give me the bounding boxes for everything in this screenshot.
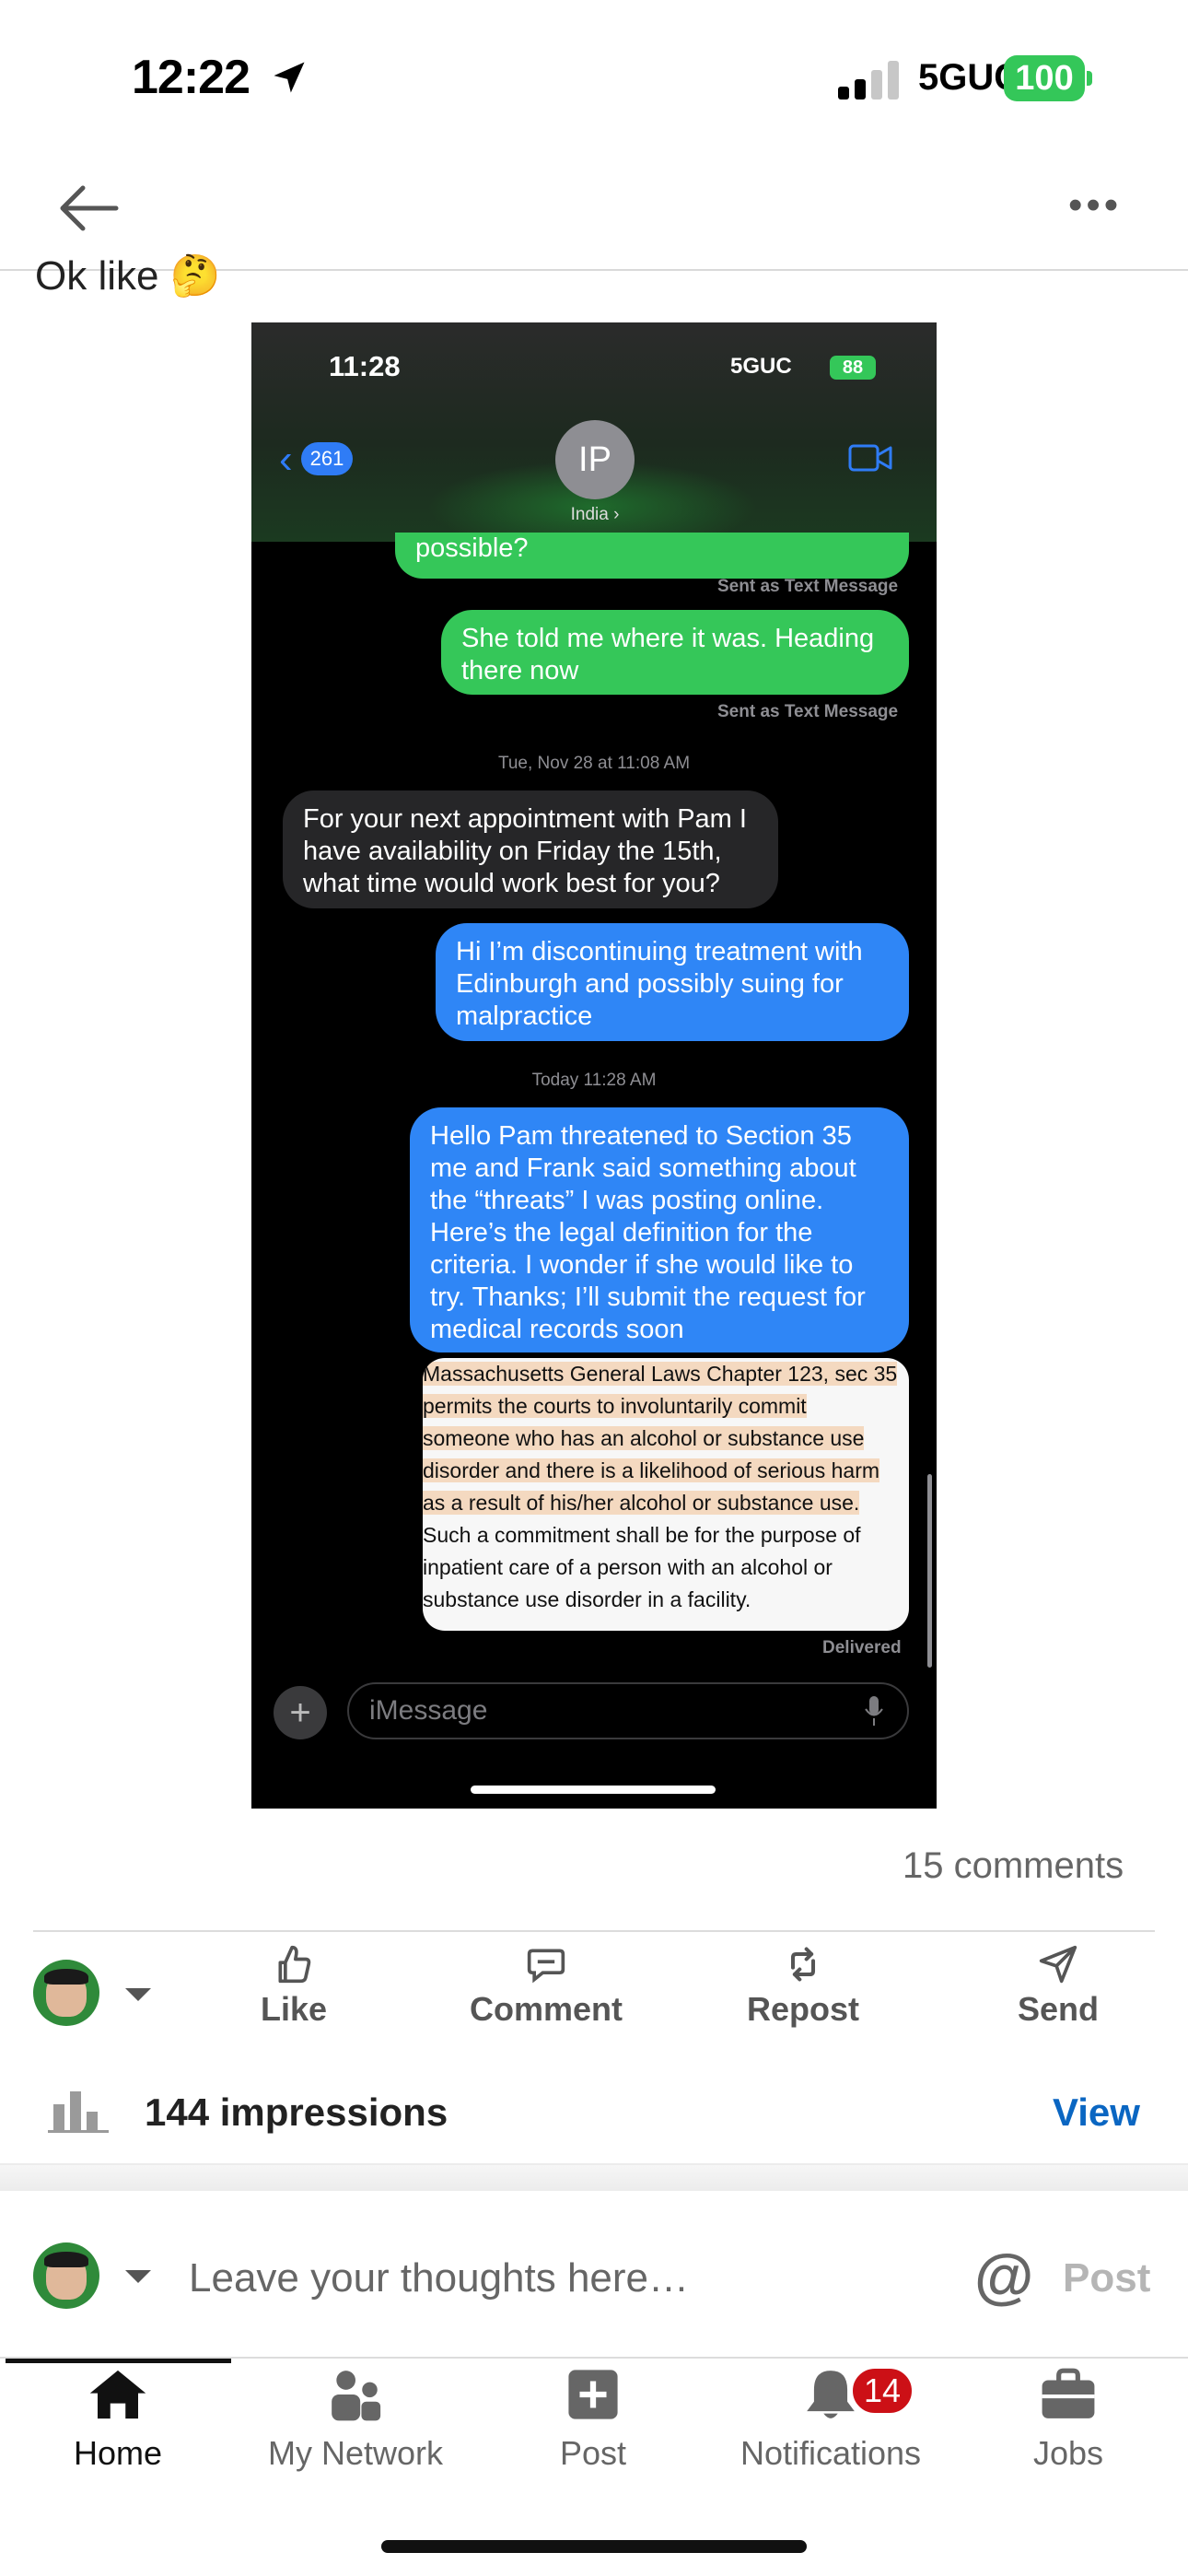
tab-my-network-label: My Network (267, 2434, 444, 2472)
status-time: 12:22 (132, 51, 250, 104)
notifications-badge: 14 (849, 2365, 915, 2417)
doc-line: disorder and there is a likelihood of se… (423, 1458, 880, 1482)
composer-avatar[interactable] (33, 2242, 99, 2309)
doc-line: someone who has an alcohol or substance … (423, 1426, 865, 1450)
doc-line: permits the courts to involuntarily comm… (423, 1394, 807, 1418)
comments-count[interactable]: 15 comments (903, 1845, 1124, 1887)
comment-label: Comment (469, 1990, 623, 2028)
section-gap (0, 2165, 1188, 2191)
shot-contact-avatar: IP (555, 420, 635, 499)
analytics-icon (48, 2091, 109, 2133)
scroll-indicator (927, 1474, 932, 1668)
send-button[interactable]: Send (975, 1944, 1141, 2029)
repost-button[interactable]: Repost (720, 1944, 886, 2029)
send-icon (1039, 1945, 1077, 1984)
tab-post-label: Post (559, 2434, 627, 2472)
tab-post[interactable]: Post (483, 2368, 704, 2473)
battery-tip (1087, 71, 1092, 86)
post-comment-button[interactable]: Post (1063, 2255, 1150, 2301)
sms-bubble: She told me where it was. Heading there … (441, 610, 909, 695)
back-arrow-icon[interactable] (55, 181, 120, 236)
home-icon (89, 2370, 146, 2419)
post-image[interactable]: 11:28 5GUC 88 ‹ 261 IP India › possible?… (251, 322, 937, 1809)
network-icon (332, 2371, 381, 2421)
location-arrow-icon (274, 62, 305, 93)
doc-line: Massachusetts General Laws Chapter 123, … (423, 1362, 898, 1386)
tab-my-network[interactable]: My Network (245, 2368, 466, 2473)
send-label: Send (1017, 1990, 1099, 2028)
tab-home[interactable]: Home (7, 2368, 228, 2473)
shot-back-chevron-icon: ‹ (279, 437, 293, 482)
chevron-down-icon[interactable] (125, 1988, 151, 2001)
legal-definition-image: Massachusetts General Laws Chapter 123, … (423, 1358, 909, 1631)
chevron-down-icon[interactable] (125, 2270, 151, 2283)
sms-bubble: possible? (395, 533, 909, 579)
shot-home-indicator (471, 1786, 716, 1794)
comment-icon (527, 1949, 565, 1984)
message-timestamp: Today 11:28 AM (531, 1071, 657, 1090)
shot-battery: 88 (830, 356, 876, 380)
briefcase-icon (1042, 2368, 1095, 2418)
sms-meta: Sent as Text Message (717, 702, 899, 721)
post-text: Ok like 🤔 (35, 249, 221, 300)
imessage-bubble: Hello Pam threatened to Section 35 me an… (410, 1107, 909, 1352)
imessage-bubble: Hi I’m discontinuing treatment with Edin… (436, 923, 909, 1041)
comment-button[interactable]: Comment (463, 1944, 629, 2029)
shot-contact-name: India › (570, 505, 620, 524)
doc-line: as a result of his/her alcohol or substa… (423, 1491, 860, 1515)
repost-icon (790, 1947, 816, 1982)
post-plus-icon (568, 2370, 618, 2419)
shot-status-time: 11:28 (329, 350, 401, 382)
sms-meta: Sent as Text Message (717, 577, 899, 596)
tab-notifications-label: Notifications (740, 2434, 922, 2472)
post-text-body: Ok like (35, 253, 159, 299)
sms-text: possible? (415, 533, 529, 563)
like-label: Like (260, 1990, 328, 2028)
doc-line: substance use disorder in a facility. (423, 1587, 751, 1611)
tab-home-label: Home (73, 2434, 163, 2472)
doc-line: inpatient care of a person with an alcoh… (423, 1555, 833, 1579)
tab-jobs-label: Jobs (1032, 2434, 1104, 2472)
battery-level: 100 (1004, 55, 1085, 101)
more-options-icon[interactable]: ••• (1068, 185, 1122, 226)
comment-input[interactable]: Leave your thoughts here… (189, 2255, 689, 2301)
repost-label: Repost (746, 1990, 859, 2028)
impressions-count: 144 impressions (145, 2090, 448, 2134)
divider (33, 1930, 1155, 1932)
tab-jobs[interactable]: Jobs (958, 2368, 1179, 2473)
received-bubble: For your next appointment with Pam I hav… (283, 790, 778, 908)
doc-line: Such a commitment shall be for the purpo… (423, 1523, 861, 1547)
shot-video-call-icon (848, 444, 892, 472)
delivered-status: Delivered (822, 1638, 902, 1657)
thinking-emoji: 🤔 (169, 253, 221, 299)
shot-mic-icon (865, 1696, 883, 1726)
view-analytics-link[interactable]: View (1053, 2090, 1140, 2135)
shot-imessage-field: iMessage (347, 1682, 909, 1739)
shot-back-count: 261 (301, 442, 353, 475)
like-icon (278, 1945, 311, 1984)
avatar[interactable] (33, 1960, 99, 2026)
message-timestamp: Tue, Nov 28 at 11:08 AM (497, 754, 691, 773)
mention-icon[interactable]: @ (974, 2241, 1033, 2311)
shot-plus-icon: + (274, 1686, 327, 1739)
like-button[interactable]: Like (211, 1944, 377, 2029)
home-indicator (381, 2540, 807, 2553)
shot-network: 5GUC (730, 354, 792, 379)
active-tab-indicator (6, 2359, 231, 2363)
signal-icon (838, 61, 899, 100)
